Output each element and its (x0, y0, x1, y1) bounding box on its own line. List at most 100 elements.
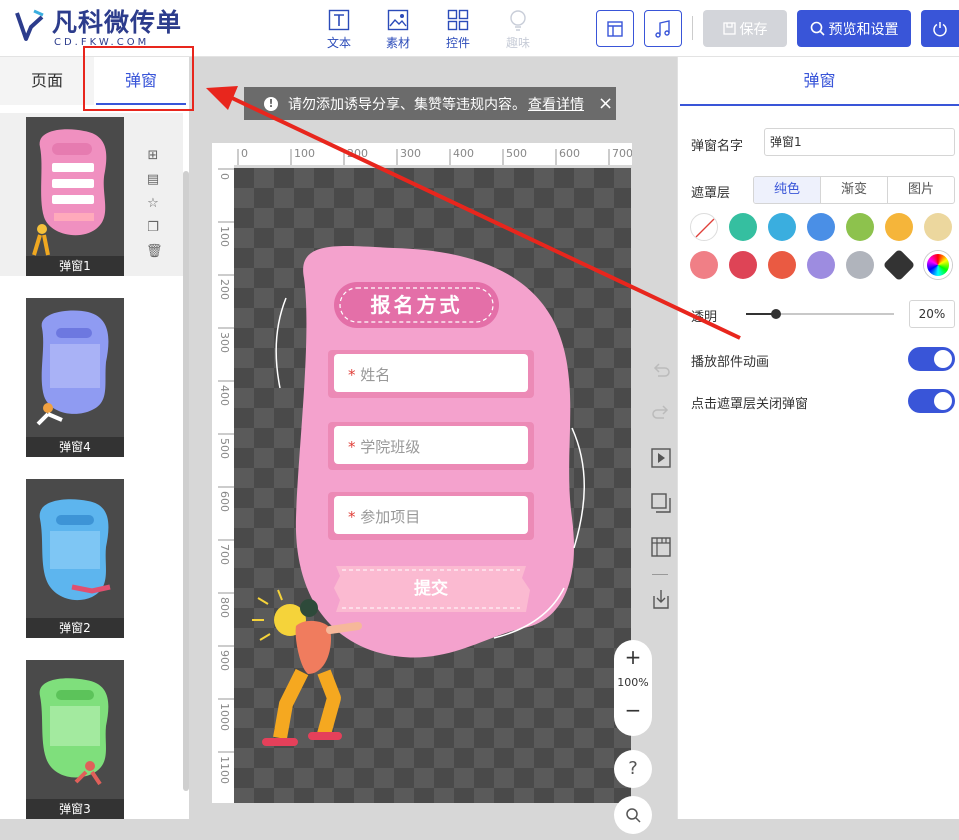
color-swatch[interactable] (882, 248, 916, 282)
tab-pages[interactable]: 页面 (0, 57, 94, 105)
color-swatch[interactable] (846, 213, 874, 241)
ruler-label: 700 (218, 544, 231, 565)
thumb-caption: 弹窗3 (26, 799, 124, 819)
thumb-caption: 弹窗2 (26, 618, 124, 638)
popup-thumb-row[interactable]: 弹窗1 ⊞ ▤ ☆ ❐ 🗑 (0, 113, 183, 276)
zoom-level: 100% (617, 676, 649, 689)
bulb-icon (510, 10, 526, 31)
zoom-out-button[interactable]: − (614, 692, 652, 728)
delete-icon[interactable]: 🗑 (146, 245, 163, 259)
popup-artwork (252, 246, 585, 746)
popup-thumbnail[interactable]: 弹窗3 (26, 660, 124, 819)
zoom-in-button[interactable]: + (614, 640, 652, 674)
color-swatch[interactable] (690, 251, 718, 279)
mask-close-toggle[interactable] (908, 389, 955, 413)
layers-button[interactable] (650, 492, 672, 514)
popup-thumb-row[interactable]: 弹窗4 (0, 298, 183, 478)
help-button[interactable]: ? (614, 750, 652, 788)
text-icon (328, 9, 350, 31)
highlight-box (83, 46, 194, 111)
canvas[interactable]: 报名方式 * 姓名 * 学院班级 * 参加项目 提交 (234, 168, 631, 803)
opacity-label: 透明 (691, 310, 718, 325)
ruler-label: 600 (218, 491, 231, 512)
filmstrip-button[interactable] (650, 536, 672, 558)
form-field-event[interactable]: * 参加项目 (348, 506, 420, 527)
add-page-icon[interactable]: ⊞ (146, 149, 160, 163)
popup-name-label: 弹窗名字 (691, 139, 744, 154)
color-swatch[interactable] (768, 213, 796, 241)
mask-mode-solid[interactable]: 纯色 (754, 177, 821, 203)
popup-thumbnail[interactable]: 弹窗2 (26, 479, 124, 638)
undo-button[interactable] (650, 360, 672, 382)
notice-link[interactable]: 查看详情 (528, 94, 584, 114)
animation-toggle[interactable] (908, 347, 955, 371)
save-icon (722, 22, 736, 35)
search-button[interactable] (614, 796, 652, 834)
color-swatch[interactable] (846, 251, 874, 279)
ruler-label: 300 (400, 147, 421, 160)
color-swatch[interactable] (729, 213, 757, 241)
star-icon[interactable]: ☆ (146, 197, 160, 211)
mask-mode-gradient[interactable]: 渐变 (821, 177, 888, 203)
form-field-class[interactable]: * 学院班级 (348, 436, 420, 457)
tool-text[interactable]: 文本 (318, 9, 360, 51)
close-icon[interactable]: × (598, 94, 613, 112)
color-picker-swatch[interactable] (924, 251, 952, 279)
color-swatch[interactable] (885, 213, 913, 241)
form-field-name[interactable]: * 姓名 (348, 364, 390, 385)
layout-icon[interactable]: ▤ (146, 173, 160, 187)
required-mark: * (348, 366, 356, 384)
color-swatch[interactable] (729, 251, 757, 279)
color-swatch-none[interactable] (690, 213, 718, 241)
color-swatch[interactable] (768, 251, 796, 279)
preview-button[interactable]: 预览和设置 (797, 10, 911, 47)
tool-fun-label: 趣味 (505, 36, 530, 50)
play-button[interactable] (650, 447, 672, 469)
popup-name-input[interactable]: 弹窗1 (764, 128, 955, 156)
tool-fun[interactable]: 趣味 (497, 9, 539, 51)
color-swatch[interactable] (807, 213, 835, 241)
music-button[interactable] (644, 10, 682, 47)
horizontal-ruler: 0 100 200 300 400 500 600 700 (212, 143, 633, 165)
copy-icon[interactable]: ❐ (146, 221, 160, 235)
mask-mode-image[interactable]: 图片 (888, 177, 954, 203)
opacity-slider-knob[interactable] (770, 309, 781, 319)
image-icon (387, 9, 409, 31)
ruler-ticks: 0 100 200 300 400 500 600 700 800 900 1000 1100 (218, 168, 234, 784)
animation-label: 播放部件动画 (691, 355, 770, 370)
download-button[interactable] (650, 588, 672, 610)
power-button[interactable] (921, 10, 959, 47)
thumb-preview (36, 310, 109, 426)
properties-panel: 弹窗 弹窗名字 弹窗1 遮罩层 纯色 渐变 图片 透明 20% 播放部件动画 点… (677, 57, 959, 819)
thumb-caption: 弹窗1 (26, 256, 124, 276)
color-swatch[interactable] (807, 251, 835, 279)
popup-thumb-row[interactable]: 弹窗3 (0, 660, 183, 840)
ruler-ticks: 0 100 200 300 400 500 600 700 (237, 147, 633, 165)
thumbnail-scrollbar[interactable] (183, 171, 189, 791)
ruler-label: 200 (218, 279, 231, 300)
tool-widget[interactable]: 控件 (437, 9, 479, 51)
submit-button[interactable]: 提交 (336, 566, 526, 612)
popup-thumbnail[interactable]: 弹窗1 (26, 117, 124, 276)
power-icon (933, 21, 947, 36)
save-button[interactable]: 保存 (703, 10, 787, 47)
ruler-label: 1100 (218, 756, 231, 784)
undo-icon (653, 363, 670, 377)
redo-button[interactable] (650, 402, 672, 424)
ruler-label: 500 (218, 438, 231, 459)
color-swatch[interactable] (924, 213, 952, 241)
ruler-label: 400 (218, 385, 231, 406)
tool-material[interactable]: 素材 (377, 9, 419, 51)
opacity-input[interactable]: 20% (909, 300, 955, 328)
panel-title: 弹窗 (680, 57, 959, 106)
logo[interactable]: 凡科微传单 CD.FKW.COM (14, 9, 182, 48)
popup-thumbnail[interactable]: 弹窗4 (26, 298, 124, 457)
save-label: 保存 (739, 21, 768, 38)
popup-thumb-row[interactable]: 弹窗2 (0, 479, 183, 659)
ruler-label: 200 (347, 147, 368, 160)
toolbar-divider (692, 16, 693, 40)
required-mark: * (348, 438, 356, 456)
search-icon (626, 808, 641, 823)
layout-button[interactable] (596, 10, 634, 47)
mask-mode-selector: 纯色 渐变 图片 (753, 176, 955, 204)
